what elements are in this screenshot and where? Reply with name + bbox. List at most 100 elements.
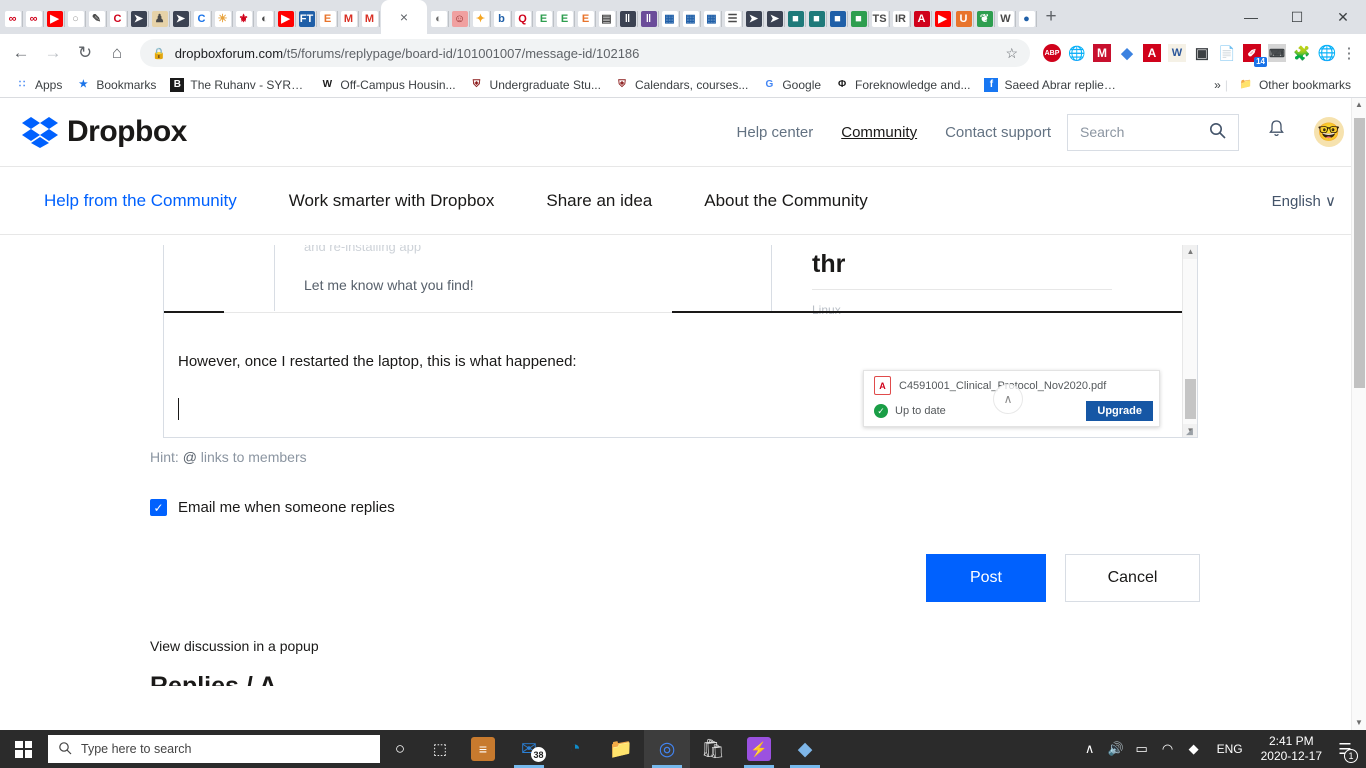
tab-dark-arrow[interactable]: ➤: [128, 4, 149, 34]
tab-globe-grey[interactable]: ◐: [428, 4, 449, 34]
monitor-icon[interactable]: ▣: [1191, 42, 1213, 64]
nav-help-from-community[interactable]: Help from the Community: [18, 191, 263, 211]
tab-c-red[interactable]: C: [107, 4, 128, 34]
tab-grid-2[interactable]: ▦: [680, 4, 701, 34]
bookmark-star-icon[interactable]: ☆: [1005, 45, 1018, 62]
tab-green-sq[interactable]: ■: [848, 4, 869, 34]
bookmark-ruhanv[interactable]: B The Ruhanv - SYRIA...: [163, 75, 313, 95]
minimize-button[interactable]: —: [1228, 0, 1274, 34]
email-notify-checkbox[interactable]: ✓: [150, 499, 167, 516]
bookmark-off-campus[interactable]: W Off-Campus Housin...: [313, 75, 462, 95]
home-icon[interactable]: ⌂: [102, 38, 132, 68]
tab-dark-arrow-2[interactable]: ➤: [170, 4, 191, 34]
tab-e-green-2[interactable]: E: [554, 4, 575, 34]
tab-1[interactable]: ∞: [2, 4, 23, 34]
back-icon[interactable]: ←: [6, 38, 36, 68]
page-scroll-thumb[interactable]: [1354, 118, 1365, 388]
tab-blue-dot[interactable]: ●: [1016, 4, 1037, 34]
page-scrollbar[interactable]: ▲ ▼: [1351, 98, 1366, 730]
upgrade-button[interactable]: Upgrade: [1086, 401, 1153, 421]
tab-doc[interactable]: ☰: [722, 4, 743, 34]
tab-person[interactable]: ♟: [149, 4, 170, 34]
taskbar-app-messenger[interactable]: ⚡: [736, 730, 782, 768]
taskbar-app-dropbox[interactable]: ◆: [782, 730, 828, 768]
taskbar-clock[interactable]: 2:41 PM 2020-12-17: [1253, 734, 1330, 764]
address-bar[interactable]: 🔒 dropboxforum.com /t5/forums/replypage/…: [140, 39, 1030, 67]
tab-ft[interactable]: FT: [296, 4, 317, 34]
task-view-icon[interactable]: ⬚: [420, 730, 460, 768]
tab-q-red[interactable]: Q: [512, 4, 533, 34]
page-scroll-up-icon[interactable]: ▲: [1352, 98, 1366, 112]
document-icon[interactable]: 📄: [1216, 42, 1238, 64]
contact-support-link[interactable]: Contact support: [945, 124, 1051, 141]
email-notify-row[interactable]: ✓ Email me when someone replies: [150, 499, 1366, 516]
tab-teal[interactable]: ■: [785, 4, 806, 34]
adblock-plus-icon[interactable]: ABP: [1041, 42, 1063, 64]
taskbar-app-mail[interactable]: ✉ 38: [506, 730, 552, 768]
tab-arrow-dark[interactable]: ➤: [743, 4, 764, 34]
close-icon[interactable]: ×: [400, 10, 408, 24]
post-button[interactable]: Post: [926, 554, 1046, 602]
collapse-chevron-icon[interactable]: ∧: [993, 384, 1023, 414]
grammar-extension-icon[interactable]: ✐ 14: [1241, 42, 1267, 67]
tab-teal-2[interactable]: ■: [806, 4, 827, 34]
tab-e-orange[interactable]: E: [317, 4, 338, 34]
editor-scrollbar[interactable]: ▲ ▼: [1182, 245, 1197, 437]
taskbar-app-honey[interactable]: ≡: [460, 730, 506, 768]
cancel-button[interactable]: Cancel: [1065, 554, 1200, 602]
tab-bars-2[interactable]: ‖: [638, 4, 659, 34]
start-button[interactable]: [0, 730, 47, 768]
tab-bright[interactable]: ✦: [470, 4, 491, 34]
help-center-link[interactable]: Help center: [737, 124, 814, 141]
taskbar-app-explorer[interactable]: 📁: [598, 730, 644, 768]
taskbar-app-chrome[interactable]: ◎: [644, 730, 690, 768]
nav-about-community[interactable]: About the Community: [678, 191, 893, 211]
tab-pen[interactable]: ✎: [86, 4, 107, 34]
tab-ir[interactable]: IR: [890, 4, 911, 34]
editor-scroll-up-icon[interactable]: ▲: [1183, 245, 1197, 259]
tab-bars[interactable]: ‖: [617, 4, 638, 34]
tab-e-green[interactable]: E: [533, 4, 554, 34]
tray-battery-icon[interactable]: ▭: [1129, 730, 1155, 768]
tab-a-red[interactable]: A: [911, 4, 932, 34]
tab-gmail[interactable]: M: [338, 4, 359, 34]
tab-u-orange[interactable]: U: [953, 4, 974, 34]
bookmark-foreknowledge[interactable]: Φ Foreknowledge and...: [828, 75, 977, 95]
tab-book[interactable]: ▤: [596, 4, 617, 34]
view-discussion-popup-link[interactable]: View discussion in a popup: [150, 638, 1366, 654]
tray-language[interactable]: ENG: [1207, 742, 1253, 756]
editor-scroll-thumb[interactable]: [1185, 379, 1196, 419]
word-icon[interactable]: W: [1166, 42, 1188, 64]
other-bookmarks-folder[interactable]: 📁 Other bookmarks: [1232, 75, 1358, 95]
tab-green-leaf[interactable]: ❦: [974, 4, 995, 34]
bookmark-google[interactable]: G Google: [755, 75, 828, 95]
nav-share-idea[interactable]: Share an idea: [520, 191, 678, 211]
resize-grip-icon[interactable]: ◢: [1186, 426, 1196, 436]
tab-grid[interactable]: ▦: [659, 4, 680, 34]
action-center-button[interactable]: ☰ 1: [1330, 730, 1360, 768]
tab-globe[interactable]: ◐: [254, 4, 275, 34]
globe-extension-icon[interactable]: 🌐: [1066, 42, 1088, 64]
tab-circle[interactable]: ○: [65, 4, 86, 34]
tray-wifi-icon[interactable]: ◠: [1155, 730, 1181, 768]
green-globe-icon[interactable]: 🌐: [1316, 42, 1338, 64]
new-tab-button[interactable]: +: [1037, 3, 1065, 31]
close-window-button[interactable]: ✕: [1320, 0, 1366, 34]
tray-dropbox-icon[interactable]: ◆: [1181, 730, 1207, 768]
tab-2[interactable]: ∞: [23, 4, 44, 34]
tab-b-blue[interactable]: b: [491, 4, 512, 34]
tab-wikipedia[interactable]: W: [995, 4, 1016, 34]
mendeley-icon[interactable]: M: [1091, 42, 1113, 64]
maximize-button[interactable]: ☐: [1274, 0, 1320, 34]
tab-youtube-2[interactable]: ▶: [275, 4, 296, 34]
tab-chrome[interactable]: C: [191, 4, 212, 34]
bookmarks-overflow[interactable]: » | 📁 Other bookmarks: [1214, 75, 1358, 95]
tab-ts[interactable]: TS: [869, 4, 890, 34]
blue-diamond-icon[interactable]: ◆: [1116, 42, 1138, 64]
taskbar-app-store[interactable]: 🛍: [690, 730, 736, 768]
adobe-acrobat-icon[interactable]: A: [1141, 42, 1163, 64]
cortana-icon[interactable]: ○: [380, 730, 420, 768]
bookmark-undergraduate[interactable]: ⛨ Undergraduate Stu...: [463, 75, 608, 95]
bookmark-apps[interactable]: ∷ Apps: [8, 75, 69, 95]
search-icon[interactable]: [1209, 122, 1226, 143]
